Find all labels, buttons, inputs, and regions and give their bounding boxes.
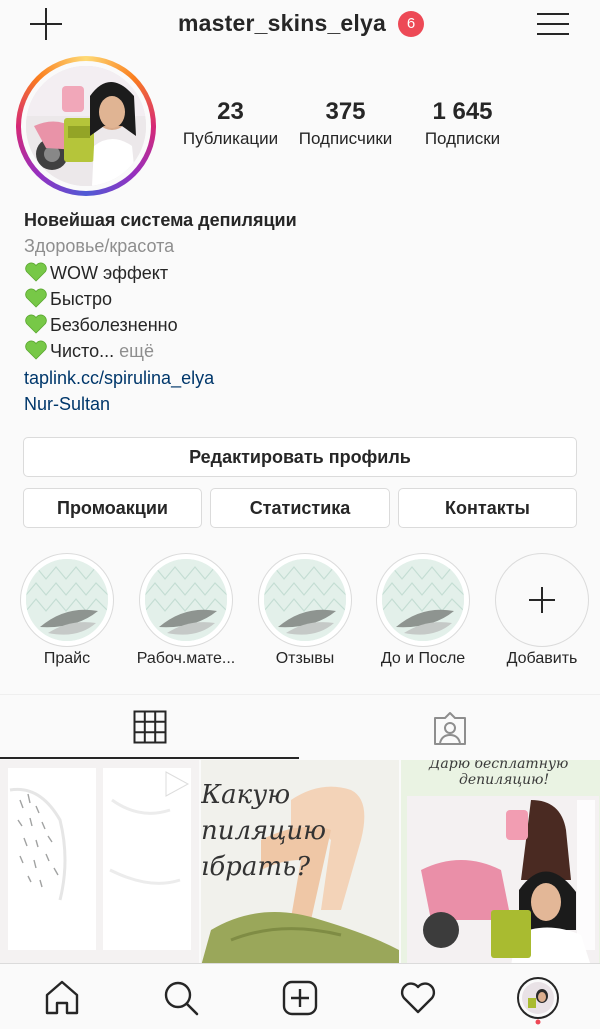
following-label: Подписки: [424, 129, 501, 148]
search-icon[interactable]: [161, 978, 201, 1018]
green-heart-icon: [25, 314, 47, 334]
tagged-person-icon: [434, 712, 466, 745]
contacts-button[interactable]: Контакты: [398, 488, 577, 528]
highlight-leaf-cover: [26, 559, 108, 641]
hamburger-menu-icon[interactable]: [537, 10, 569, 38]
insights-button[interactable]: Статистика: [210, 488, 390, 528]
post-tile[interactable]: Какую пиляцию ıбрать?: [201, 760, 399, 966]
bio-line: Быстро: [24, 286, 584, 312]
profile-tabs: [0, 694, 600, 759]
followers-count: 375: [325, 98, 366, 125]
posts-count: 23: [217, 98, 244, 125]
top-bar: master_skins_elya 6: [0, 0, 600, 52]
grid-icon: [133, 710, 167, 744]
highlight-label: Прайс: [43, 650, 91, 667]
profile-name: Новейшая система депиляции: [24, 210, 297, 230]
stat-followers[interactable]: 375 Подписчики: [293, 98, 398, 152]
post-caption-line: депиляцию!: [459, 772, 550, 788]
bio-website-link[interactable]: taplink.cc/spirulina_elya: [24, 365, 584, 391]
heart-icon[interactable]: [398, 978, 438, 1018]
username-title[interactable]: master_skins_elya: [178, 10, 386, 37]
highlight-add-new[interactable]: Добавить: [495, 553, 589, 667]
bio-line: Чисто... ещё: [24, 338, 584, 364]
post-text-line: Какую: [201, 780, 291, 810]
bio-more-link[interactable]: ещё: [119, 341, 154, 361]
posts-grid: Какую пиляцию ıбрать? Дарю бесплатную де…: [0, 760, 600, 966]
green-heart-icon: [25, 341, 47, 361]
tab-grid[interactable]: [0, 695, 299, 758]
add-post-icon[interactable]: [280, 978, 320, 1018]
green-heart-icon: [25, 288, 47, 308]
highlight-leaf-cover: [264, 559, 346, 641]
new-post-plus-icon[interactable]: [28, 6, 64, 42]
bio-line: Безболезненно: [24, 312, 584, 338]
promotions-button[interactable]: Промоакции: [23, 488, 202, 528]
bio-line: WOW эффект: [24, 260, 584, 286]
post-caption-line: Дарю бесплатную: [429, 760, 569, 772]
plus-icon: [529, 587, 555, 613]
green-heart-icon: [25, 262, 47, 282]
tab-tagged[interactable]: [300, 695, 600, 758]
home-icon[interactable]: [42, 978, 82, 1018]
highlight-leaf-cover: [382, 559, 464, 641]
bottom-navigation: [0, 963, 600, 1029]
stat-following[interactable]: 1 645 Подписки: [410, 98, 515, 152]
edit-profile-button[interactable]: Редактировать профиль: [23, 437, 577, 477]
stat-posts[interactable]: 23 Публикации: [178, 98, 283, 152]
avatar-photo: [26, 66, 146, 186]
highlight-price[interactable]: Прайс: [20, 553, 114, 667]
active-tab-indicator: [0, 757, 299, 759]
profile-category: Здоровье/красота: [24, 236, 175, 257]
post-text-line: пиляцию: [201, 816, 327, 846]
bio-location[interactable]: Nur-Sultan: [24, 391, 584, 417]
highlight-reviews[interactable]: Отзывы: [258, 553, 352, 667]
post-tile[interactable]: [0, 760, 199, 966]
highlight-label: До и После: [380, 650, 466, 667]
notification-badge[interactable]: 6: [398, 11, 424, 37]
highlight-label: Отзывы: [275, 650, 335, 667]
highlight-label: Добавить: [506, 650, 578, 667]
profile-avatar[interactable]: [16, 56, 156, 196]
posts-label: Публикации: [182, 129, 279, 148]
highlight-leaf-cover: [145, 559, 227, 641]
followers-label: Подписчики: [298, 129, 393, 148]
profile-avatar-icon[interactable]: [516, 976, 560, 1026]
post-tile[interactable]: Дарю бесплатную депиляцию!: [401, 760, 600, 966]
highlight-before-after[interactable]: До и После: [376, 553, 470, 667]
profile-bio: Новейшая система депиляции Здоровье/крас…: [24, 207, 584, 417]
post-text-line: ıбрать?: [201, 852, 311, 882]
highlight-work-materials[interactable]: Рабоч.мате...: [137, 553, 235, 667]
highlight-label: Рабоч.мате...: [136, 650, 236, 667]
following-count: 1 645: [432, 98, 493, 125]
